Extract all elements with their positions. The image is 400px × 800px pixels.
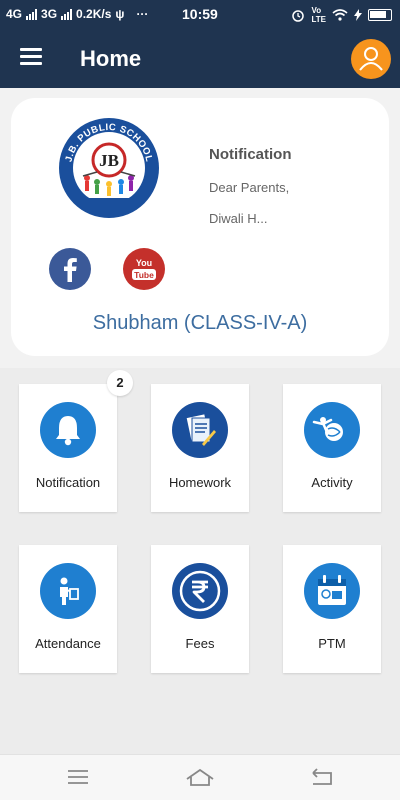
wifi-icon [332,9,348,21]
network-type-2: 3G [41,7,58,21]
youtube-label-1: You [136,258,152,268]
tile-homework[interactable]: Homework [151,384,249,512]
lte-label: LTE [311,15,326,24]
tile-label: PTM [318,636,346,651]
tile-label: Activity [311,475,353,490]
tile-fees[interactable]: Fees [151,545,249,673]
youtube-label-2: Tube [134,270,154,280]
battery-icon [368,9,392,21]
facebook-icon [64,258,77,282]
tile-label: Notification [35,475,101,490]
usb-icon: ψ [115,7,125,21]
volte-icon: Vo LTE [311,6,326,24]
notification-preview-title[interactable]: Notification [209,146,292,163]
facebook-button[interactable] [49,248,91,290]
hamburger-menu-icon[interactable] [20,48,42,66]
app-bar: Home [0,28,400,88]
tile-label: Fees [185,636,215,651]
charging-icon [354,9,362,21]
back-nav-icon[interactable] [307,765,337,789]
tile-attendance[interactable]: Attendance [19,545,117,673]
profile-button[interactable] [351,39,391,79]
signal-icon [26,8,38,20]
activity-icon [304,402,360,458]
notification-count-badge: 2 [107,370,133,396]
signal-icon-2 [61,8,73,20]
tile-activity[interactable]: Activity [283,384,381,512]
school-logo-monogram: JB [99,151,119,170]
tile-notification[interactable]: Notification [19,384,117,512]
tile-ptm[interactable]: PTM [283,545,381,673]
network-speed: 0.2K/s [76,7,112,21]
tile-label: Homework [168,475,232,490]
alarm-icon [292,10,305,22]
volte-label: Vo [311,6,322,15]
youtube-button[interactable]: You Tube [123,248,165,290]
bell-icon [40,402,96,458]
home-nav-icon[interactable] [185,765,215,789]
student-name: Shubham (CLASS-IV-A) [92,312,308,334]
menu-nav-icon[interactable] [63,765,93,789]
home-content: J.B. PUBLIC SCHOOL JB You Tube Notificat… [0,88,400,754]
more-notifications-icon: ··· [136,7,149,21]
system-navigation-bar [0,754,400,800]
notification-preview-line-2: Diwali H... [209,211,268,226]
school-logo: J.B. PUBLIC SCHOOL JB [59,118,159,218]
rupee-icon [172,563,228,619]
tile-label: Attendance [35,636,101,651]
network-type-1: 4G [6,7,23,21]
homework-icon [172,402,228,458]
top-panel: J.B. PUBLIC SCHOOL JB You Tube Notificat… [0,88,400,368]
status-bar: 4G 3G 0.2K/s ψ ··· 10:59 Vo LTE [0,0,400,28]
youtube-icon: You Tube [132,258,156,280]
user-icon [359,47,383,71]
clock: 10:59 [182,6,218,22]
page-title: Home [80,46,142,71]
calendar-icon [304,563,360,619]
notification-preview-line-1: Dear Parents, [209,180,290,195]
student-profile-card: J.B. PUBLIC SCHOOL JB You Tube Notificat… [11,98,389,356]
attendance-icon [40,563,96,619]
